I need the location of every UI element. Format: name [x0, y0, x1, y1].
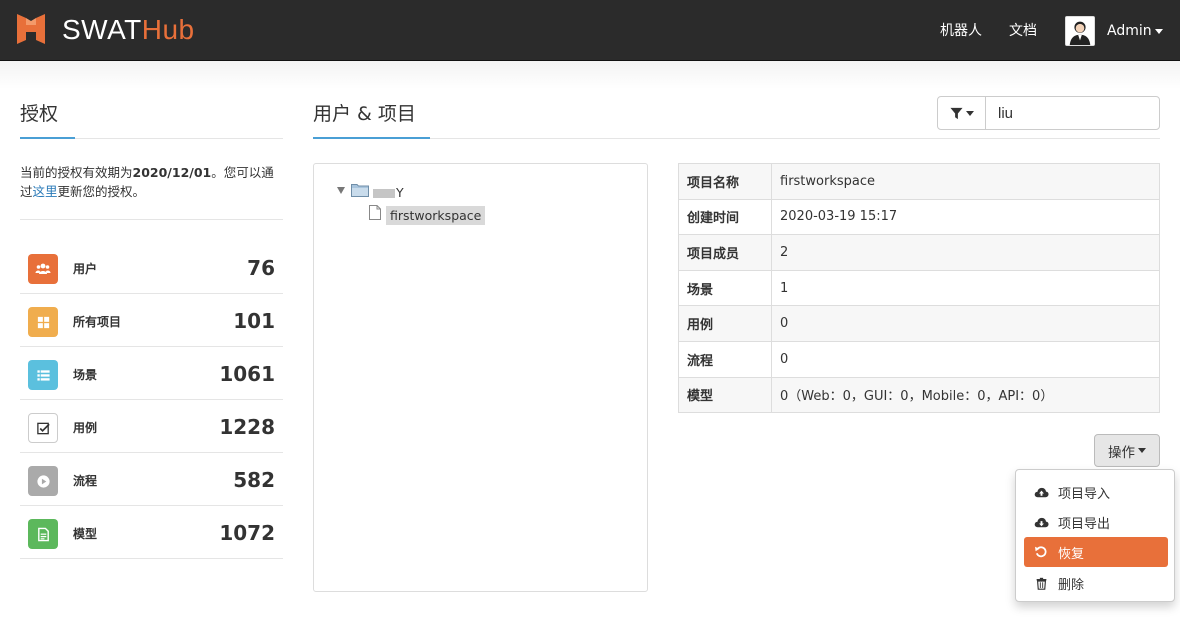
cloud-download-icon — [1033, 514, 1049, 530]
document-icon — [28, 519, 58, 549]
license-expiry: 2020/12/01 — [132, 165, 212, 180]
folder-icon — [351, 184, 369, 197]
menu-item-delete[interactable]: 删除 — [1024, 568, 1168, 598]
table-row: 流程 0 — [678, 340, 1160, 378]
list-icon — [28, 360, 58, 390]
search-group — [937, 96, 1160, 130]
brand-accent: Hub — [141, 14, 195, 45]
info-key: 项目成员 — [678, 234, 772, 271]
restore-icon — [1033, 544, 1049, 560]
stat-value: 1061 — [219, 362, 275, 386]
avatar[interactable] — [1065, 16, 1095, 46]
tree-node-project[interactable]: firstworkspace — [386, 206, 486, 225]
stat-label: 流程 — [73, 474, 98, 488]
license-text: 当前的授权有效期为2020/12/01。您可以通过这里更新您的授权。 — [20, 163, 285, 201]
main-divider — [313, 138, 1160, 139]
stat-value: 1072 — [219, 521, 275, 545]
license-update-link[interactable]: 这里 — [33, 184, 58, 199]
stat-label: 所有项目 — [73, 315, 122, 329]
top-navbar: SWATHub 机器人 文档 Admin — [0, 0, 1180, 61]
license-title-underline — [20, 137, 75, 139]
main-title: 用户 & 项目 — [313, 103, 416, 125]
nav-docs-link[interactable]: 文档 — [1009, 21, 1037, 41]
info-value: 2 — [771, 234, 1160, 271]
actions-button-label: 操作 — [1108, 444, 1135, 461]
info-value: firstworkspace — [771, 163, 1160, 200]
subheader-bar — [0, 61, 1180, 89]
stat-models[interactable]: 模型 1072 — [20, 506, 283, 559]
info-key: 流程 — [678, 340, 772, 378]
info-key: 模型 — [678, 376, 772, 414]
stat-value: 101 — [233, 309, 275, 333]
search-input[interactable] — [986, 97, 1158, 129]
swathub-logo-icon[interactable] — [15, 13, 47, 45]
table-row: 用例 0 — [678, 305, 1160, 342]
info-value: 0 — [771, 305, 1160, 342]
license-text-before: 当前的授权有效期为 — [20, 165, 133, 180]
stat-label: 场景 — [73, 368, 98, 382]
menu-item-label: 项目导出 — [1058, 516, 1111, 532]
tree-collapse-toggle-icon[interactable] — [337, 187, 345, 194]
brand-name[interactable]: SWATHub — [62, 13, 195, 47]
stat-label: 用例 — [73, 421, 98, 435]
stat-label: 模型 — [73, 527, 98, 541]
license-title: 授权 — [20, 103, 59, 125]
stat-value: 76 — [247, 256, 275, 280]
project-info-table: 项目名称 firstworkspace 创建时间 2020-03-19 15:17 … — [678, 163, 1160, 414]
cloud-upload-icon — [1033, 484, 1049, 500]
stat-label: 用户 — [73, 262, 98, 276]
table-row: 项目名称 firstworkspace — [678, 163, 1160, 200]
info-value: 2020-03-19 15:17 — [771, 198, 1160, 236]
nav-robot-link[interactable]: 机器人 — [940, 21, 982, 41]
user-menu[interactable]: Admin — [1107, 21, 1163, 41]
filter-icon — [949, 107, 963, 119]
info-key: 创建时间 — [678, 198, 772, 236]
checkbox-icon — [28, 413, 58, 443]
info-value: 1 — [771, 269, 1160, 307]
license-text-after: 更新您的授权。 — [57, 184, 146, 199]
stat-users[interactable]: 用户 76 — [20, 241, 283, 294]
grid-icon — [28, 307, 58, 337]
tree-root-label: Y — [396, 185, 404, 200]
table-row: 模型 0（Web：0，GUI：0，Mobile：0，API：0） — [678, 376, 1160, 414]
users-icon — [28, 254, 58, 284]
menu-item-restore[interactable]: 恢复 — [1024, 537, 1168, 567]
chevron-down-icon — [965, 110, 974, 116]
menu-item-export[interactable]: 项目导出 — [1024, 507, 1168, 537]
play-icon — [28, 466, 58, 496]
main-title-underline — [313, 137, 430, 139]
menu-item-label: 恢复 — [1058, 546, 1085, 562]
stat-value: 582 — [233, 468, 275, 492]
user-avatar-icon — [1066, 17, 1094, 45]
info-value: 0（Web：0，GUI：0，Mobile：0，API：0） — [771, 376, 1160, 414]
stat-flows[interactable]: 流程 582 — [20, 453, 283, 506]
brand-primary: SWAT — [62, 14, 142, 45]
license-bottom-divider — [20, 219, 283, 220]
actions-dropdown-button[interactable]: 操作 — [1094, 434, 1160, 467]
stat-value: 1228 — [219, 415, 275, 439]
info-key: 项目名称 — [678, 163, 772, 200]
info-key: 场景 — [678, 269, 772, 307]
table-row: 场景 1 — [678, 269, 1160, 307]
stat-projects[interactable]: 所有项目 101 — [20, 294, 283, 347]
menu-item-label: 项目导入 — [1058, 486, 1111, 502]
menu-item-label: 删除 — [1058, 577, 1085, 593]
user-name: Admin — [1107, 23, 1152, 39]
chevron-down-icon — [1154, 28, 1163, 34]
actions-dropdown-menu: 项目导入 项目导出 恢复 删除 — [1015, 469, 1175, 602]
trash-icon — [1033, 575, 1049, 591]
info-value: 0 — [771, 340, 1160, 378]
info-key: 用例 — [678, 305, 772, 342]
table-row: 项目成员 2 — [678, 234, 1160, 271]
stat-cases[interactable]: 用例 1228 — [20, 400, 283, 453]
table-row: 创建时间 2020-03-19 15:17 — [678, 198, 1160, 236]
project-tree-panel — [313, 163, 648, 592]
menu-item-import[interactable]: 项目导入 — [1024, 477, 1168, 507]
masked-text — [373, 189, 395, 198]
chevron-down-icon — [1138, 448, 1146, 453]
stat-scenarios[interactable]: 场景 1061 — [20, 347, 283, 400]
file-icon — [369, 205, 381, 220]
tree-root-node[interactable]: Y — [373, 185, 404, 201]
filter-button[interactable] — [938, 97, 986, 129]
